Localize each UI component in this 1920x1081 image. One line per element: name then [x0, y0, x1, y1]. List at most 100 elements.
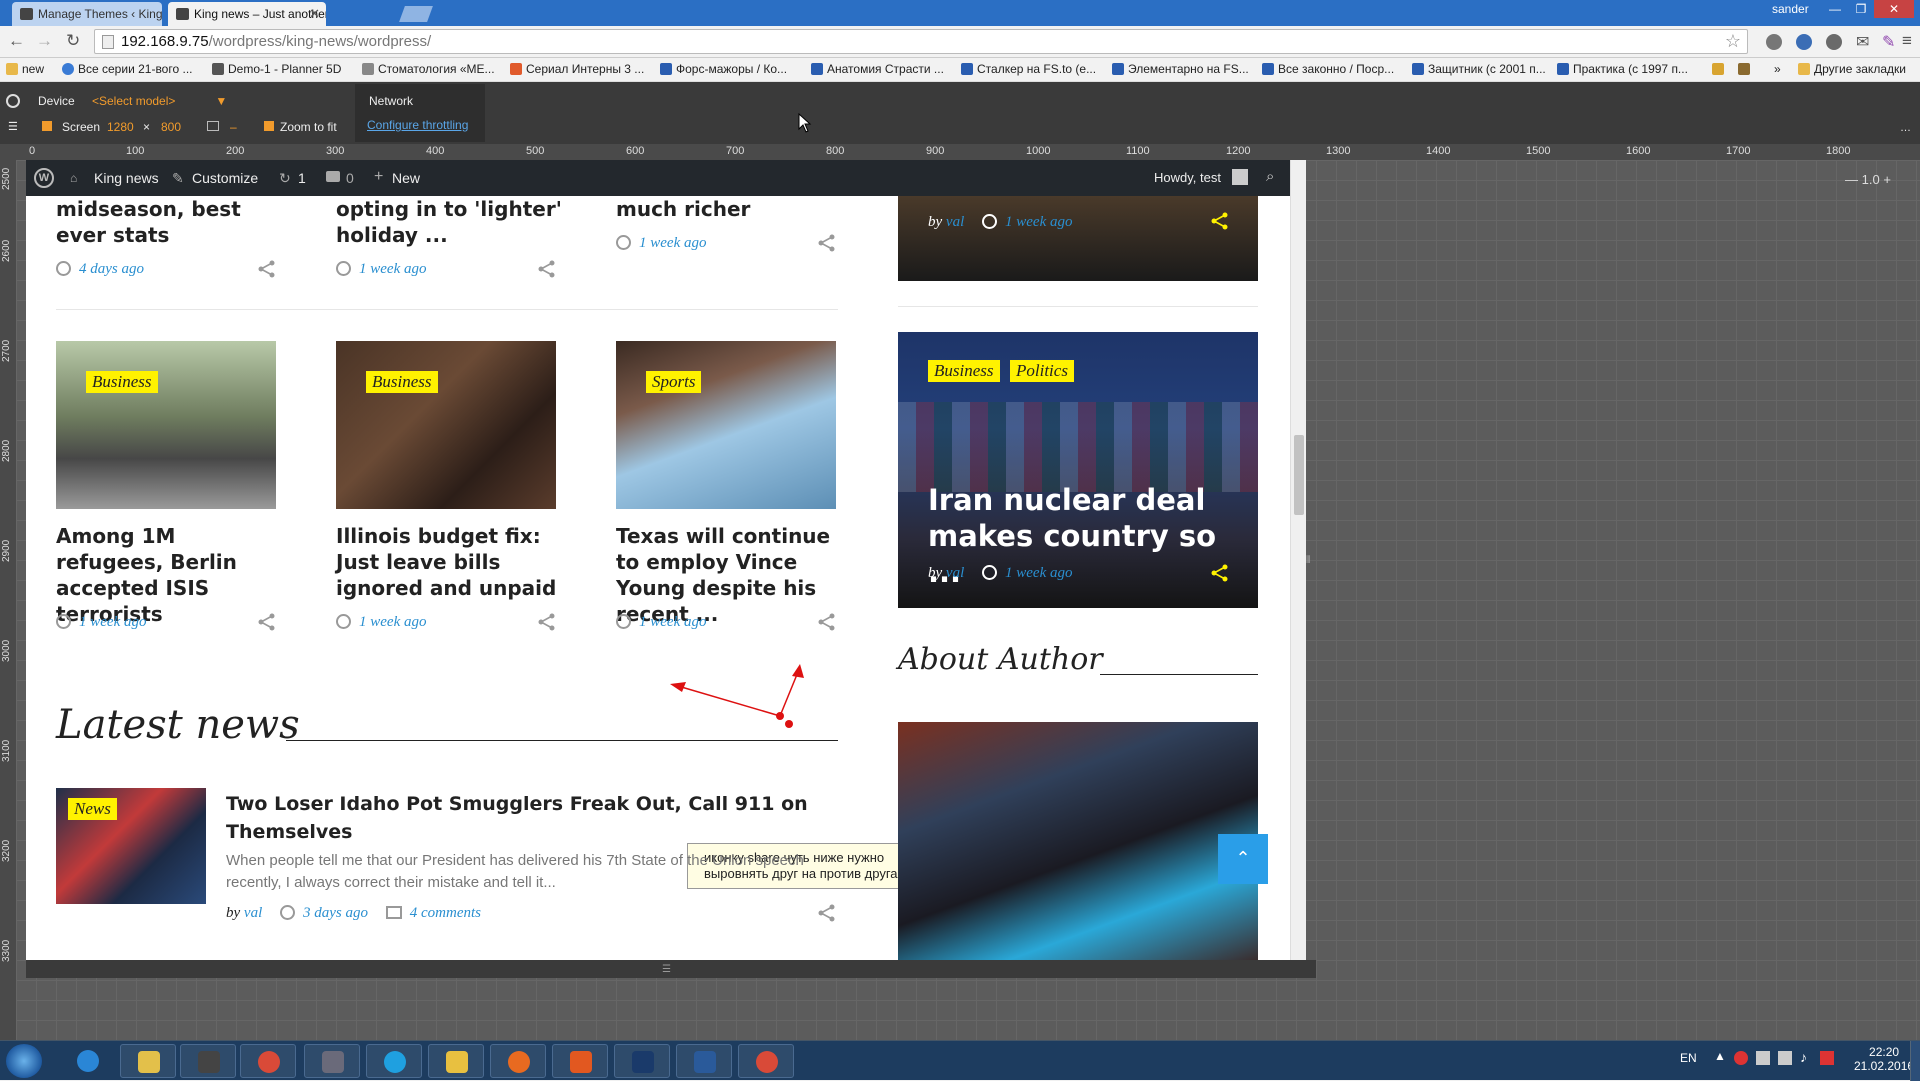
article-image[interactable]: Business — [336, 341, 556, 509]
category-badge[interactable]: News — [68, 798, 117, 820]
volume-icon[interactable]: ♪ — [1800, 1049, 1807, 1065]
tray-icon[interactable] — [1734, 1051, 1748, 1065]
start-button[interactable] — [6, 1044, 42, 1078]
other-bookmarks-folder[interactable]: Другие закладки — [1798, 62, 1906, 76]
bookmark-item[interactable]: Demo-1 - Planner 5D — [212, 62, 341, 76]
skype-icon[interactable] — [366, 1044, 422, 1078]
share-icon[interactable] — [1210, 212, 1230, 230]
forward-icon[interactable]: → — [36, 31, 53, 51]
article-image[interactable]: Sports — [616, 341, 836, 509]
menu-lines-icon[interactable]: ☰ — [8, 120, 18, 133]
article-date[interactable]: 1 week ago — [336, 614, 426, 631]
internet-explorer-icon[interactable] — [60, 1044, 116, 1078]
author-link[interactable]: val — [244, 905, 262, 921]
category-badge[interactable]: Politics — [1010, 360, 1074, 382]
article-date[interactable]: 4 days ago — [56, 261, 144, 278]
pen-extension-icon[interactable]: ✎ — [1882, 32, 1895, 52]
article-date[interactable]: 1 week ago — [616, 235, 706, 252]
bookmark-item[interactable]: Сталкер на FS.to (е... — [961, 62, 1096, 76]
app-icon[interactable] — [428, 1044, 484, 1078]
show-desktop-button[interactable] — [1910, 1041, 1920, 1081]
explorer-icon[interactable] — [120, 1044, 176, 1078]
article-title[interactable]: Texas will continue to employ Vince Youn… — [616, 523, 846, 627]
share-icon[interactable] — [1210, 564, 1230, 582]
close-window-icon[interactable]: ✕ — [1874, 0, 1914, 18]
profile-name[interactable]: sander — [1772, 2, 1809, 16]
bookmark-item[interactable]: Практика (с 1997 п... — [1557, 62, 1688, 76]
device-model-select[interactable]: <Select model> ▼ — [92, 94, 227, 108]
article-title[interactable]: midseason, best ever stats — [56, 196, 296, 248]
resize-handle-bottom[interactable]: ☰ — [26, 960, 1316, 978]
comments-link[interactable]: 4 comments — [410, 905, 481, 921]
share-icon[interactable] — [817, 904, 837, 922]
admin-new[interactable]: New — [392, 170, 420, 186]
chrome-icon[interactable] — [738, 1044, 794, 1078]
language-indicator[interactable]: EN — [1680, 1051, 1697, 1065]
avatar[interactable] — [1232, 169, 1248, 185]
no-entry-icon[interactable] — [6, 94, 20, 108]
viewport-scrollbar[interactable] — [1290, 160, 1306, 960]
office-icon[interactable] — [552, 1044, 608, 1078]
share-icon[interactable] — [817, 234, 837, 252]
chrome-icon[interactable] — [240, 1044, 296, 1078]
bookmark-item[interactable]: Элементарно на FS... — [1112, 62, 1249, 76]
article-image[interactable]: Business — [56, 341, 276, 509]
bookmark-item[interactable]: Анатомия Страсти ... — [811, 62, 944, 76]
bookmark-item[interactable]: Все законно / Поср... — [1262, 62, 1394, 76]
news-date[interactable]: 3 days ago — [303, 905, 368, 921]
photoshop-icon[interactable] — [614, 1044, 670, 1078]
new-tab-button[interactable] — [399, 6, 433, 22]
back-icon[interactable]: ← — [8, 31, 25, 51]
scrollbar-thumb[interactable] — [1294, 435, 1304, 515]
bookmark-star-icon[interactable]: ☆ — [1725, 31, 1741, 52]
more-bookmarks-chevron[interactable]: » — [1774, 62, 1781, 76]
address-bar[interactable]: 192.168.9.75/wordpress/king-news/wordpre… — [94, 29, 1748, 54]
firefox-icon[interactable] — [490, 1044, 546, 1078]
article-title[interactable]: opting in to 'lighter' holiday ... — [336, 196, 576, 248]
featured-post-image[interactable]: Business Politics Iran nuclear deal make… — [898, 332, 1258, 608]
swap-dimensions-icon[interactable] — [207, 121, 219, 131]
bookmark-item[interactable]: new — [6, 62, 44, 76]
wordpress-logo-icon[interactable]: W — [34, 168, 54, 188]
article-date[interactable]: 1 week ago — [56, 614, 146, 631]
bookmark-item[interactable]: Стоматология «МЕ... — [362, 62, 495, 76]
clock[interactable]: 22:20 21.02.2016 — [1854, 1045, 1914, 1073]
category-badge[interactable]: Business — [366, 371, 438, 393]
close-tab-icon[interactable]: ✕ — [309, 6, 320, 22]
screen-height-input[interactable]: 800 — [161, 120, 181, 134]
article-title[interactable]: Illinois budget fix: Just leave bills ig… — [336, 523, 566, 601]
extension-icon[interactable] — [1796, 34, 1812, 50]
tab-king-news[interactable]: King news – Just another W ✕ — [168, 2, 326, 26]
app-icon[interactable] — [676, 1044, 732, 1078]
screen-width-input[interactable]: 1280 — [107, 120, 134, 134]
bookmark-item[interactable] — [1738, 60, 1754, 76]
sidebar-post-image[interactable]: by val 1 week ago — [898, 196, 1258, 281]
search-icon[interactable]: ⌕ — [1266, 168, 1274, 185]
author-link[interactable]: val — [946, 214, 964, 230]
category-badge[interactable]: Sports — [646, 371, 702, 393]
post-date[interactable]: 1 week ago — [1005, 565, 1072, 581]
network-icon[interactable] — [1778, 1051, 1792, 1065]
tray-icon[interactable] — [1820, 1051, 1834, 1065]
more-icon[interactable]: … — [1900, 122, 1911, 134]
zoom-control[interactable]: — 1.0 + — [1845, 172, 1891, 187]
share-icon[interactable] — [537, 260, 557, 278]
bookmark-item[interactable]: Все серии 21-вого ... — [62, 62, 192, 76]
share-icon[interactable] — [257, 613, 277, 631]
screen-checkbox[interactable] — [42, 121, 52, 131]
reload-icon[interactable]: ↻ — [66, 31, 80, 51]
scroll-to-top-button[interactable]: ⌃ — [1218, 834, 1268, 884]
minimize-icon[interactable]: — — [1822, 0, 1848, 18]
category-badge[interactable]: Business — [928, 360, 1000, 382]
article-date[interactable]: 1 week ago — [336, 261, 426, 278]
tray-expand-icon[interactable]: ▲ — [1714, 1049, 1726, 1063]
adblock-extension-icon[interactable] — [1766, 34, 1782, 50]
extension-icon[interactable] — [1826, 34, 1842, 50]
admin-site-name[interactable]: King news — [94, 170, 159, 186]
admin-howdy[interactable]: Howdy, test — [1154, 170, 1221, 185]
resize-handle-right[interactable]: ⦀ — [1306, 555, 1310, 566]
share-icon[interactable] — [537, 613, 557, 631]
device-pixel-ratio[interactable]: – — [230, 120, 237, 134]
author-link[interactable]: val — [946, 565, 964, 581]
mail-icon[interactable]: ✉ — [1856, 32, 1869, 52]
